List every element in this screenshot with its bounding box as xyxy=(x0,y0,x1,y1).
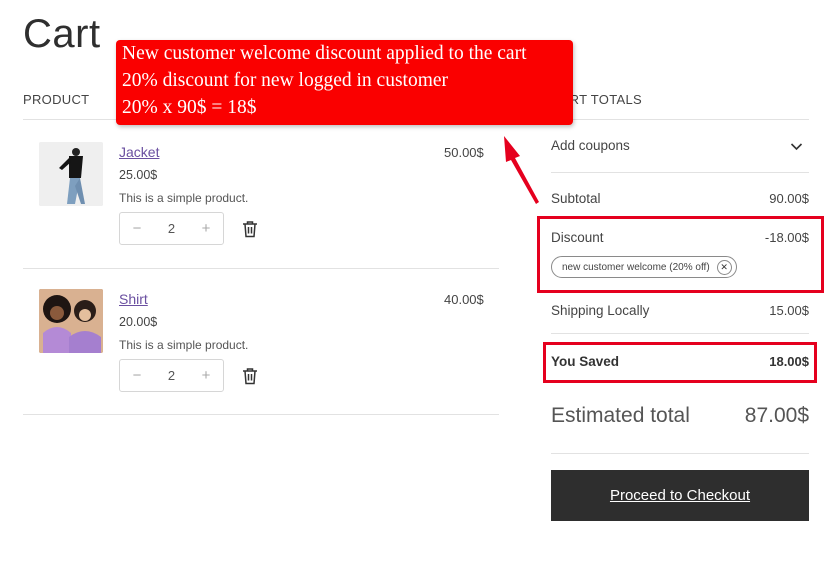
product-link-shirt[interactable]: Shirt xyxy=(119,291,148,307)
product-description: This is a simple product. xyxy=(119,338,249,352)
divider xyxy=(551,172,809,173)
divider xyxy=(23,414,499,415)
chevron-down-icon[interactable] xyxy=(790,142,803,151)
proceed-to-checkout-button[interactable]: Proceed to Checkout xyxy=(551,470,809,521)
divider xyxy=(551,453,809,454)
increase-quantity-button[interactable]: + xyxy=(199,220,213,237)
quantity-stepper[interactable]: − 2 + xyxy=(119,359,224,392)
annotation-line: 20% discount for new logged in customer xyxy=(122,70,449,91)
product-link-jacket[interactable]: Jacket xyxy=(119,144,159,160)
shipping-label: Shipping Locally xyxy=(551,303,650,318)
add-coupons-toggle[interactable]: Add coupons xyxy=(551,138,630,153)
shirt-image xyxy=(39,289,103,353)
decrease-quantity-button[interactable]: − xyxy=(130,367,144,384)
trash-icon[interactable] xyxy=(242,367,258,385)
divider xyxy=(551,119,809,120)
annotation-callout: New customer welcome discount applied to… xyxy=(116,40,573,125)
jacket-thumbnail[interactable] xyxy=(39,142,103,206)
trash-icon[interactable] xyxy=(242,220,258,238)
saved-highlight-box xyxy=(543,342,817,383)
unit-price: 25.00$ xyxy=(119,168,158,182)
annotation-line: 20% x 90$ = 18$ xyxy=(122,97,257,118)
increase-quantity-button[interactable]: + xyxy=(199,367,213,384)
discount-highlight-box xyxy=(537,216,824,293)
shipping-value: 15.00$ xyxy=(769,303,809,318)
subtotal-label: Subtotal xyxy=(551,191,601,206)
divider xyxy=(551,333,809,334)
line-total: 50.00$ xyxy=(444,145,484,160)
estimated-total-label: Estimated total xyxy=(551,404,690,427)
quantity-stepper[interactable]: − 2 + xyxy=(119,212,224,245)
decrease-quantity-button[interactable]: − xyxy=(130,220,144,237)
jacket-image xyxy=(39,142,103,206)
quantity-value[interactable]: 2 xyxy=(168,221,175,236)
subtotal-value: 90.00$ xyxy=(769,191,809,206)
page-title: Cart xyxy=(23,12,101,56)
shirt-thumbnail[interactable] xyxy=(39,289,103,353)
line-total: 40.00$ xyxy=(444,292,484,307)
unit-price: 20.00$ xyxy=(119,315,158,329)
quantity-value[interactable]: 2 xyxy=(168,368,175,383)
annotation-line: New customer welcome discount applied to… xyxy=(122,43,527,64)
divider xyxy=(23,268,499,269)
product-column-header: PRODUCT xyxy=(23,92,90,107)
estimated-total-value: 87.00$ xyxy=(744,404,809,427)
arrow-pointer xyxy=(504,136,539,204)
product-description: This is a simple product. xyxy=(119,191,249,205)
